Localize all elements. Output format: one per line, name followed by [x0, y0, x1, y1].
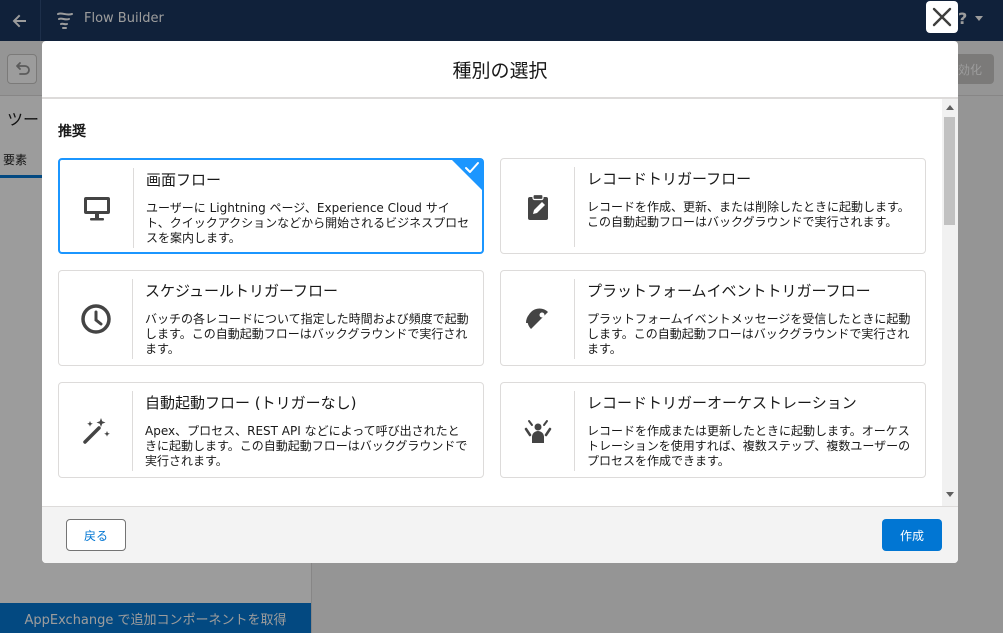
card-label: レコードトリガーオーケストレーション	[587, 394, 857, 412]
card-description: プラットフォームイベントメッセージを受信したときに起動します。この自動起動フロー…	[587, 312, 911, 356]
card-label: 画面フロー	[146, 171, 222, 189]
flow-type-card-platform-event[interactable]: プラットフォームイベントトリガーフロー プラットフォームイベントメッセージを受信…	[500, 270, 926, 366]
magic-wand-icon	[82, 418, 110, 444]
card-description: レコードを作成、更新、または削除したときに起動します。この自動起動フローはバック…	[587, 200, 910, 229]
select-type-modal: 種別の選択 推奨 画面フロー ユーザーに Lightning ページ、Exper…	[42, 41, 958, 563]
create-button[interactable]: 作成	[882, 519, 942, 551]
modal-scrollbar[interactable]	[942, 99, 958, 506]
section-title-recommended: 推奨	[58, 124, 86, 140]
clock-icon	[80, 304, 111, 334]
modal-title: 種別の選択	[452, 59, 548, 82]
modal-footer: 戻る 作成	[42, 506, 958, 563]
card-divider	[132, 391, 133, 471]
modal-body: 推奨 画面フロー ユーザーに Lightning ページ、Experience …	[42, 99, 958, 506]
flow-type-card-screen-flow[interactable]: 画面フロー ユーザーに Lightning ページ、Experience Clo…	[58, 158, 484, 254]
card-label: 自動起動フロー (トリガーなし)	[145, 394, 357, 412]
scroll-up-icon[interactable]	[946, 105, 954, 110]
flow-type-card-autolaunched[interactable]: 自動起動フロー (トリガーなし) Apex、プロセス、REST API などによ…	[58, 382, 484, 478]
card-divider	[574, 391, 575, 471]
orchestrator-icon	[524, 420, 551, 443]
card-description: Apex、プロセス、REST API などによって呼び出されたときに起動します。…	[145, 424, 468, 468]
flow-type-card-record-triggered[interactable]: レコードトリガーフロー レコードを作成、更新、または削除したときに起動します。こ…	[500, 158, 926, 254]
card-label: プラットフォームイベントトリガーフロー	[587, 282, 871, 300]
card-divider	[133, 168, 134, 248]
scroll-down-icon[interactable]	[946, 492, 954, 497]
scrollbar-thumb[interactable]	[944, 117, 955, 225]
card-label: レコードトリガーフロー	[587, 170, 752, 188]
card-label: スケジュールトリガーフロー	[145, 282, 339, 300]
flow-type-card-record-orchestration[interactable]: レコードトリガーオーケストレーション レコードを作成または更新したときに起動しま…	[500, 382, 926, 478]
broadcast-icon	[525, 308, 548, 329]
clipboard-edit-icon	[527, 193, 548, 220]
card-divider	[132, 279, 133, 359]
card-divider	[574, 279, 575, 359]
back-button-footer[interactable]: 戻る	[66, 519, 126, 551]
checkmark-icon	[465, 162, 479, 173]
card-description: バッチの各レコードについて指定した時間および頻度で起動します。この自動起動フロー…	[145, 312, 469, 356]
card-description: レコードを作成または更新したときに起動します。オーケストレーションを使用すれば、…	[587, 424, 911, 468]
modal-header: 種別の選択	[42, 41, 958, 99]
close-icon	[932, 7, 952, 27]
desktop-icon	[83, 197, 110, 221]
card-description: ユーザーに Lightning ページ、Experience Cloud サイト…	[146, 201, 470, 245]
close-modal-button[interactable]	[926, 1, 958, 33]
card-divider	[574, 167, 575, 247]
flow-type-card-schedule-triggered[interactable]: スケジュールトリガーフロー バッチの各レコードについて指定した時間および頻度で起…	[58, 270, 484, 366]
